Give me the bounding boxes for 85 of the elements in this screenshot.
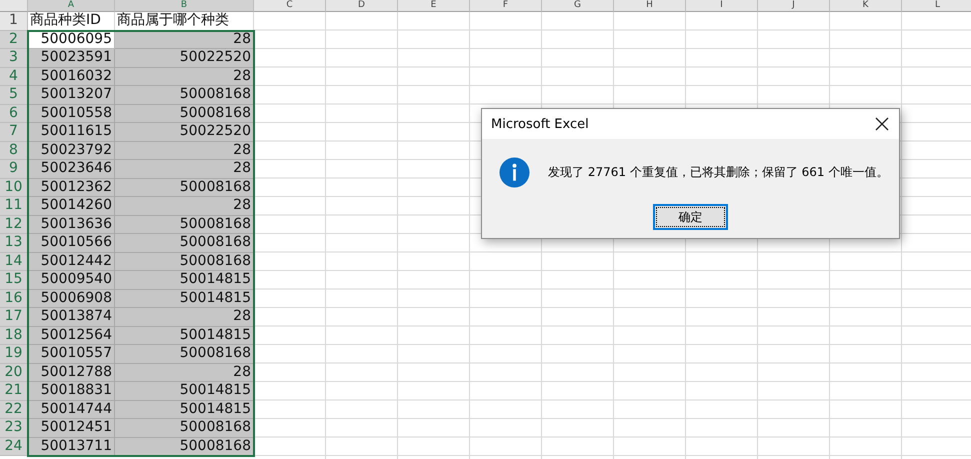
table-cell: 28 [115,68,254,86]
row-header[interactable]: 7 [0,123,28,142]
ok-button[interactable]: 确定 [653,204,728,230]
table-cell: 50013207 [28,86,115,104]
table-cell: 50014744 [28,400,115,419]
table-cell: 50022520 [115,123,254,142]
row-header[interactable]: 14 [0,252,28,271]
table-cell: 28 [115,197,254,216]
column-header[interactable]: D [326,0,398,12]
table-cell: 50023792 [28,142,115,160]
table-cell: 50012564 [28,326,115,345]
table-cell: 商品种类ID [28,12,115,30]
row-header[interactable]: 15 [0,271,28,290]
table-cell: 50011615 [28,123,115,142]
table-cell: 50013636 [28,216,115,234]
row-header[interactable]: 17 [0,308,28,326]
table-cell: 50013874 [28,308,115,326]
row-header[interactable]: 1 [0,12,28,30]
row-header[interactable]: 13 [0,234,28,252]
row-header[interactable]: 18 [0,326,28,345]
column-header[interactable]: I [686,0,758,12]
column-header[interactable]: K [830,0,902,12]
row-header[interactable]: 24 [0,438,28,456]
row-header[interactable]: 20 [0,364,28,382]
table-cell: 50014815 [115,271,254,290]
row-header[interactable]: 19 [0,345,28,364]
table-cell: 50023646 [28,160,115,178]
column-header[interactable]: G [542,0,614,12]
close-icon[interactable] [875,117,889,131]
table-cell: 50008168 [115,104,254,123]
table-cell: 50012451 [28,419,115,438]
row-header[interactable]: 10 [0,178,28,197]
table-cell: 28 [115,142,254,160]
table-cell: 50008168 [115,86,254,104]
row-header[interactable]: 4 [0,68,28,86]
row-header[interactable]: 2 [0,30,28,49]
dialog-title: Microsoft Excel [491,116,589,132]
table-cell: 50012362 [28,178,115,197]
column-header[interactable]: A [28,0,115,12]
row-header[interactable]: 8 [0,142,28,160]
table-cell: 50010566 [28,234,115,252]
row-header[interactable]: 22 [0,400,28,419]
table-cell: 50009540 [28,271,115,290]
table-cell: 50006908 [28,290,115,308]
table-cell: 50008168 [115,345,254,364]
table-cell: 50016032 [28,68,115,86]
table-cell: 50012442 [28,252,115,271]
column-header[interactable]: F [470,0,542,12]
table-cell: 商品属于哪个种类 [115,12,254,30]
row-header[interactable]: 16 [0,290,28,308]
column-header[interactable]: B [115,0,254,12]
column-header[interactable]: C [254,0,326,12]
table-cell: 50014815 [115,326,254,345]
table-cell: 50008168 [115,216,254,234]
table-cell: 28 [115,308,254,326]
column-header[interactable]: E [398,0,470,12]
table-cell: 50018831 [28,382,115,400]
table-cell: 50014815 [115,382,254,400]
table-cell: 28 [115,364,254,382]
table-cell: 50014815 [115,290,254,308]
table-cell: 50012788 [28,364,115,382]
row-header[interactable]: 3 [0,49,28,68]
dialog-message: 发现了 27761 个重复值，已将其删除；保留了 661 个唯一值。 [548,164,888,181]
table-cell: 50022520 [115,49,254,68]
column-header[interactable]: L [902,0,971,12]
table-cell: 50010557 [28,345,115,364]
table-cell: 50014815 [115,400,254,419]
table-cell: 50008168 [115,252,254,271]
table-cell: 50010558 [28,104,115,123]
column-header[interactable]: J [758,0,830,12]
table-cell: 50014260 [28,197,115,216]
table-cell: 50023591 [28,49,115,68]
row-header[interactable]: 12 [0,216,28,234]
row-header[interactable]: 23 [0,419,28,438]
table-cell: 50008168 [115,419,254,438]
row-header[interactable]: 5 [0,86,28,104]
row-header[interactable]: 6 [0,104,28,123]
row-header[interactable]: 21 [0,382,28,400]
table-cell: 28 [115,160,254,178]
column-header[interactable]: H [614,0,686,12]
table-cell: 50008168 [115,234,254,252]
row-header[interactable]: 9 [0,160,28,178]
table-cell: 50008168 [115,178,254,197]
info-icon [499,157,530,188]
row-header[interactable]: 11 [0,197,28,216]
